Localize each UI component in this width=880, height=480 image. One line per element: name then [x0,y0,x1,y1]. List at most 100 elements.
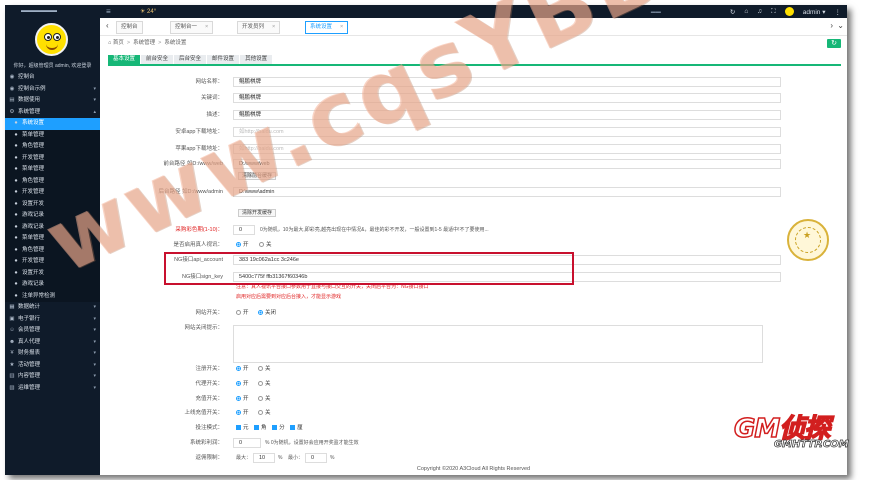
sidebar-item[interactable]: ◉ 控制台 [5,72,100,84]
close-message-textarea[interactable] [233,325,763,363]
limit-min-input[interactable]: 0 [305,453,327,463]
dot-icon: ● [14,281,18,287]
avatar-eye-right [53,33,61,41]
site-off-radio[interactable]: 关闭 [258,308,276,318]
sidebar-item[interactable]: ● 角色管理 [5,141,100,153]
avatar[interactable] [35,23,68,56]
tabs-next-icon[interactable]: › [830,21,833,30]
agent-on-radio[interactable]: 开 [236,379,249,389]
breadcrumb-home[interactable]: 首页 [113,40,124,46]
bet-mode-checkboxes[interactable]: 元 角 分 厘 [232,423,303,433]
sidebar-item[interactable]: ● 菜单管理 [5,164,100,176]
footer: Copyright ©2020 A3Cloud All Rights Reser… [100,463,847,475]
lock-icon[interactable]: ⌂ [744,8,748,15]
dot-icon: ● [14,292,18,299]
agent-off-radio[interactable]: 关 [258,379,271,389]
settings-tab[interactable]: 基本设置 [108,55,141,64]
sidebar-item[interactable]: ● 开发管理 [5,152,100,164]
sidebar-item[interactable]: ● 开发管理 [5,256,100,268]
tab-label: 开发员列 [242,24,265,30]
sidebar-item[interactable]: ● 系统设置 [5,118,100,130]
admin-path-input[interactable]: D:\www\admin [233,187,781,197]
sidebar-item-label: 数据统计 [18,304,41,310]
close-icon[interactable]: × [272,24,275,30]
fullscreen-icon[interactable]: ⛶ [771,8,776,16]
label: 后台路径 如D:/www/admin [158,189,223,195]
online-recharge-off-radio[interactable]: 关 [258,408,271,418]
tabs-prev-icon[interactable]: ‹ [106,21,109,30]
close-icon[interactable]: × [340,24,343,30]
site-name-input[interactable]: 鲲鹏棋牌 [233,77,781,87]
sidebar-item[interactable]: ★ 活动管理 ▾ [5,360,100,372]
sidebar-item[interactable]: ● 设置开发 [5,267,100,279]
dot-icon: ● [14,223,18,230]
more-icon[interactable]: ⋮ [835,8,842,16]
sidebar-item[interactable]: ▧ 运维管理 ▾ [5,383,100,395]
recharge-off-radio[interactable]: 关 [258,394,271,404]
sidebar-item[interactable]: ⚙ 系统管理 ▴ [5,107,100,119]
sidebar-item[interactable]: ● 注单异常检测 [5,290,100,302]
sidebar-item[interactable]: ● 游戏记录 [5,279,100,291]
tab-developers[interactable]: 开发员列 × [237,21,281,34]
front-path-input[interactable]: D:/www/web [233,159,781,169]
close-icon[interactable]: × [205,24,208,30]
sidebar-item[interactable]: ● 开发管理 [5,187,100,199]
notify-icon[interactable]: ♫ [757,8,762,15]
sidebar-item[interactable]: ▣ 电子银行 ▾ [5,314,100,326]
sidebar-item[interactable]: ▥ 内容管理 ▾ [5,371,100,383]
color-input[interactable]: 0 [233,225,255,235]
realname-on-radio[interactable]: 开 [236,240,249,250]
sidebar-item[interactable]: ● 菜单管理 [5,129,100,141]
register-on-radio[interactable]: 开 [236,364,249,374]
row-realname: 是否启用真人视讯： 开 关 [108,240,841,251]
row-site-switch: 网站开关： 开 关闭 [108,308,841,319]
description-input[interactable]: 鲲鹏棋牌 [233,110,781,120]
settings-tab[interactable]: 前台安全 [141,55,174,64]
clear-front-cache-button[interactable]: 清除前台缓存 [238,172,277,180]
sidebar-item[interactable]: ● 菜单管理 [5,233,100,245]
settings-tab[interactable]: 后台安全 [174,55,207,64]
register-off-radio[interactable]: 关 [258,364,271,374]
sidebar-item-label: 内容管理 [18,373,41,379]
realname-off-radio[interactable]: 关 [259,240,272,250]
label: 前台路径 如D:/www/web [163,161,223,167]
recharge-on-radio[interactable]: 开 [236,394,249,404]
dot-icon: ● [14,166,18,172]
stats-icon: ▦ [9,304,15,310]
settings-tab[interactable]: 其他设置 [240,55,273,64]
label: 上线充值开关： [184,410,223,416]
sidebar-item[interactable]: ☺ 会员管理 ▾ [5,325,100,337]
sidebar-item[interactable]: ● 角色管理 [5,244,100,256]
settings-tab[interactable]: 邮件设置 [207,55,240,64]
site-on-radio[interactable]: 开 [236,308,249,318]
sidebar-item[interactable]: ● 游戏记录 [5,210,100,222]
breadcrumb-current: 系统设置 [164,40,187,46]
sidebar-item[interactable]: ● 角色管理 [5,175,100,187]
sidebar-item-label: 活动管理 [18,361,41,368]
breadcrumb-system[interactable]: 系统管理 [133,40,155,46]
tab-console[interactable]: 控制台 [116,21,143,34]
tabs-menu-icon[interactable]: ⌄ [837,21,844,30]
sidebar-item-label: 游戏记录 [22,281,45,287]
refresh-button[interactable]: ↻ [827,39,841,48]
sidebar-item[interactable]: ◉ 控制台示例 ▾ [5,84,100,96]
rebate-input[interactable]: 0 [233,438,261,448]
online-recharge-on-radio[interactable]: 开 [236,408,249,418]
menu-toggle-icon[interactable]: ≡ [106,7,111,16]
sidebar-item[interactable]: ● 设置开发 [5,198,100,210]
sidebar-item[interactable]: ▦ 数据统计 ▾ [5,302,100,314]
limit-max-input[interactable]: 10 [253,453,275,463]
sidebar-item[interactable]: ¥ 财务报表 ▾ [5,348,100,360]
refresh-icon[interactable]: ↻ [730,8,735,16]
sidebar-item[interactable]: ▤ 数据使用 ▾ [5,95,100,107]
sidebar-item[interactable]: ☻ 真人代理 ▾ [5,337,100,349]
sidebar-item[interactable]: ● 游戏记录 [5,221,100,233]
tab-console-one[interactable]: 控制台一 × [170,21,214,34]
user-avatar[interactable] [784,7,794,16]
ios-url-input[interactable]: 如http://baidu.com [233,144,781,154]
user-menu[interactable]: admin ▾ [803,8,826,16]
clear-admin-cache-button[interactable]: 清除开发缓存 [238,209,277,217]
keywords-input[interactable]: 鲲鹏棋牌 [233,93,781,103]
tab-system-settings[interactable]: 系统设置 × [305,21,349,34]
android-url-input[interactable]: 如http://baidu.com [233,127,781,137]
